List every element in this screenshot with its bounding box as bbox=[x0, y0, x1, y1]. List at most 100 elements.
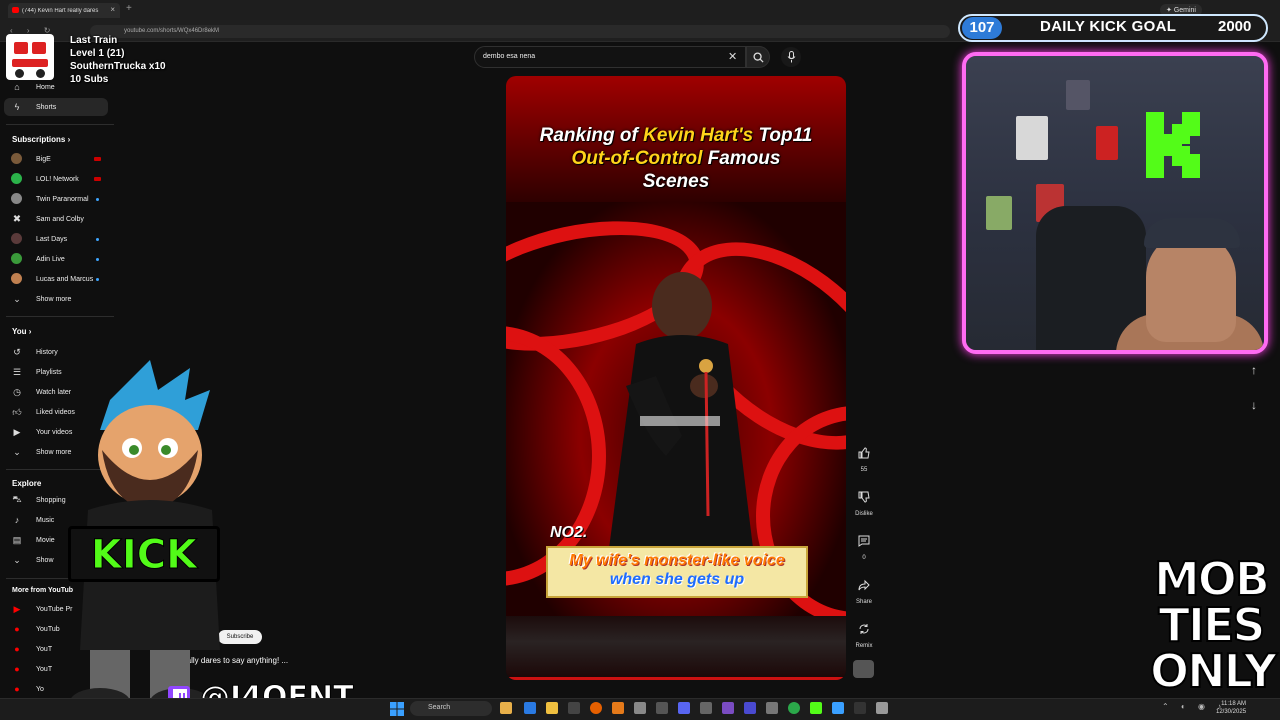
shopping-bag-icon: ⛍ bbox=[12, 494, 22, 504]
show-more-subscriptions[interactable]: ⌄ Show more bbox=[0, 290, 115, 308]
sidebar-item-subscription[interactable]: Last Days bbox=[0, 230, 115, 248]
kick-goal-target: 2000 bbox=[1218, 18, 1252, 35]
you-header[interactable]: You › bbox=[12, 327, 31, 336]
sidebar-item-shorts[interactable]: ϟ Shorts bbox=[4, 98, 108, 116]
thumbs-down-icon bbox=[852, 485, 876, 509]
app-icon[interactable] bbox=[634, 702, 646, 714]
dislike-button[interactable]: Dislike bbox=[850, 485, 878, 517]
sidebar-item-label: Show more bbox=[36, 295, 72, 303]
overlay-line: Last Train bbox=[70, 35, 118, 46]
previous-short-arrow-icon[interactable]: ↑ bbox=[1247, 363, 1261, 377]
train-body bbox=[12, 59, 48, 67]
comment-icon bbox=[852, 529, 876, 553]
app-icon[interactable] bbox=[744, 702, 756, 714]
chevron-right-icon: › bbox=[28, 327, 32, 336]
app-icon[interactable] bbox=[500, 702, 512, 714]
app-icon[interactable] bbox=[612, 702, 624, 714]
dislike-label: Dislike bbox=[855, 511, 873, 517]
title-highlight: Kevin Hart's bbox=[643, 125, 754, 146]
sidebar-item-label: Lucas and Marcus bbox=[36, 275, 94, 283]
wall-poster bbox=[1016, 116, 1048, 160]
train-wheel bbox=[36, 69, 45, 78]
new-content-dot bbox=[96, 238, 99, 241]
share-button[interactable]: Share bbox=[850, 573, 878, 605]
subscriptions-header[interactable]: Subscriptions › bbox=[12, 135, 70, 144]
train-window bbox=[14, 42, 28, 54]
sidebar-item-history[interactable]: ↺ History bbox=[0, 343, 115, 361]
new-content-dot bbox=[96, 258, 99, 261]
sidebar-item-subscription[interactable]: Twin Paranormal bbox=[0, 190, 115, 208]
thumbs-up-icon bbox=[852, 441, 876, 465]
clear-search-icon[interactable]: ✕ bbox=[728, 50, 737, 63]
kick-goal-title: DAILY KICK GOAL bbox=[1040, 18, 1177, 35]
file-explorer-icon[interactable] bbox=[546, 702, 558, 714]
youtube-favicon-icon bbox=[12, 7, 19, 13]
app-icon[interactable] bbox=[656, 702, 668, 714]
sidebar-item-subscription[interactable]: Lucas and Marcus bbox=[0, 270, 115, 288]
sidebar-item-subscription[interactable]: ✖ Sam and Colby bbox=[0, 210, 115, 228]
chrome-icon[interactable] bbox=[788, 702, 800, 714]
app-icon[interactable] bbox=[524, 702, 536, 714]
new-tab-icon[interactable]: + bbox=[126, 3, 132, 14]
firefox-icon[interactable] bbox=[590, 702, 602, 714]
kick-k-logo-icon bbox=[1146, 112, 1200, 178]
youtube-logo-icon: ● bbox=[14, 684, 20, 694]
app-icon[interactable] bbox=[568, 702, 580, 714]
app-icon[interactable] bbox=[766, 702, 778, 714]
windows-start-icon[interactable] bbox=[390, 702, 404, 716]
sound-thumbnail[interactable] bbox=[853, 660, 874, 678]
overlay-line: SouthernTrucka x10 bbox=[70, 61, 166, 72]
sidebar-item-label: Sam and Colby bbox=[36, 215, 84, 223]
search-input[interactable]: dembo esa nena bbox=[474, 46, 746, 68]
url-field[interactable]: youtube.com/shorts/WQx46Dr8ekM bbox=[90, 25, 950, 38]
avatar bbox=[11, 153, 22, 164]
app-icon[interactable] bbox=[854, 702, 866, 714]
app-icon[interactable] bbox=[700, 702, 712, 714]
avatar bbox=[11, 253, 22, 264]
shorts-video-player[interactable]: Ranking of Kevin Hart's Top11 Out-of-Con… bbox=[506, 76, 846, 680]
like-count: 55 bbox=[860, 467, 868, 473]
overlay-line: 10 Subs bbox=[70, 74, 109, 85]
wall-poster bbox=[1066, 80, 1090, 110]
taskbar-search-label: Search bbox=[428, 704, 451, 711]
discord-icon[interactable] bbox=[678, 702, 690, 714]
gemini-label: Gemini bbox=[1173, 7, 1196, 14]
new-content-dot bbox=[96, 278, 99, 281]
search-button[interactable] bbox=[746, 46, 770, 68]
chevron-down-icon: ⌄ bbox=[13, 293, 21, 304]
browser-tab[interactable]: (744) Kevin Hart really dares × bbox=[8, 3, 120, 18]
performer-figure bbox=[608, 272, 754, 556]
history-icon: ↺ bbox=[13, 346, 21, 357]
train-window bbox=[32, 42, 46, 54]
sidebar-item-subscription[interactable]: LOL! Network bbox=[0, 170, 115, 188]
chevron-down-icon: ⌄ bbox=[13, 446, 21, 457]
app-icon[interactable] bbox=[832, 702, 844, 714]
taskbar-clock[interactable]: 11:18 AM 12/30/2025 bbox=[1216, 700, 1246, 716]
video-overlay-title: Ranking of Kevin Hart's Top11 Out-of-Con… bbox=[506, 124, 846, 193]
next-short-arrow-icon[interactable]: ↓ bbox=[1247, 398, 1261, 412]
caption-line: My wife's monster-like voice bbox=[569, 552, 785, 569]
sidebar-item-subscription[interactable]: Adin Live bbox=[0, 250, 115, 268]
remix-icon bbox=[852, 617, 876, 641]
mob-ties-only-text: MOB TIES ONLY bbox=[1149, 555, 1278, 695]
shorts-icon: ϟ bbox=[14, 102, 20, 112]
title-text: Famous bbox=[702, 148, 781, 169]
remix-button[interactable]: Remix bbox=[850, 617, 878, 649]
title-highlight: Out-of-Control bbox=[571, 148, 703, 169]
avatar bbox=[11, 233, 22, 244]
sidebar-item-label: Shorts bbox=[36, 103, 57, 111]
app-icon[interactable] bbox=[722, 702, 734, 714]
like-button[interactable]: 55 bbox=[850, 441, 878, 473]
share-icon bbox=[852, 573, 876, 597]
comments-button[interactable]: 0 bbox=[850, 529, 878, 561]
sidebar-item-subscription[interactable]: BigE bbox=[0, 150, 115, 168]
voice-search-button[interactable] bbox=[781, 47, 801, 67]
search-icon bbox=[752, 51, 764, 63]
tab-close-icon[interactable]: × bbox=[110, 5, 115, 14]
video-progress-bar[interactable] bbox=[506, 677, 846, 680]
explore-header: Explore bbox=[12, 479, 42, 488]
remix-label: Remix bbox=[855, 643, 873, 649]
kick-app-icon[interactable] bbox=[810, 702, 822, 714]
settings-icon[interactable] bbox=[876, 702, 888, 714]
taskbar-search[interactable]: Search bbox=[410, 701, 492, 716]
